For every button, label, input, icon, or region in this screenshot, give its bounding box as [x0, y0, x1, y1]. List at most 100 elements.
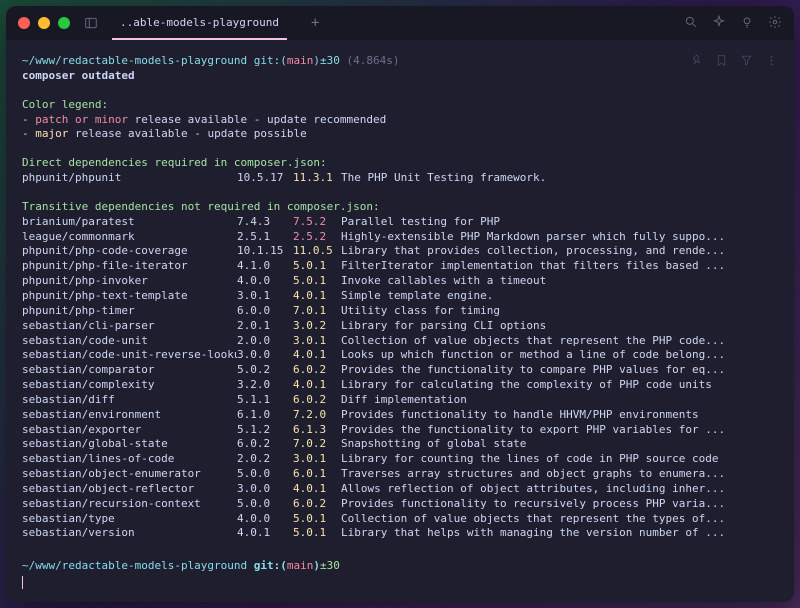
package-description: Highly-extensible PHP Markdown parser wh…	[341, 230, 778, 245]
package-row: sebastian/exporter5.1.26.1.3Provides the…	[22, 423, 778, 438]
minimize-button[interactable]	[38, 17, 50, 29]
sidebar-toggle-icon[interactable]	[84, 16, 98, 30]
package-current-version: 4.0.0	[237, 274, 293, 289]
package-description: Provides functionality to recursively pr…	[341, 497, 778, 512]
package-description: Invoke callables with a timeout	[341, 274, 778, 289]
package-current-version: 2.0.0	[237, 334, 293, 349]
package-name: sebastian/complexity	[22, 378, 237, 393]
package-current-version: 6.0.2	[237, 437, 293, 452]
package-name: sebastian/diff	[22, 393, 237, 408]
package-new-version: 6.0.2	[293, 497, 341, 512]
package-description: Library for parsing CLI options	[341, 319, 778, 334]
package-row: sebastian/code-unit-reverse-lookup3.0.04…	[22, 348, 778, 363]
package-name: sebastian/comparator	[22, 363, 237, 378]
package-current-version: 3.2.0	[237, 378, 293, 393]
package-name: sebastian/exporter	[22, 423, 237, 438]
package-new-version: 6.0.2	[293, 363, 341, 378]
package-name: sebastian/code-unit-reverse-lookup	[22, 348, 237, 363]
package-row: sebastian/recursion-context5.0.06.0.2Pro…	[22, 497, 778, 512]
package-new-version: 2.5.2	[293, 230, 341, 245]
package-description: Simple template engine.	[341, 289, 778, 304]
package-current-version: 3.0.0	[237, 348, 293, 363]
package-new-version: 3.0.1	[293, 334, 341, 349]
package-current-version: 2.5.1	[237, 230, 293, 245]
tab-active[interactable]: ..able-models-playground	[112, 6, 287, 40]
package-new-version: 6.0.1	[293, 467, 341, 482]
direct-section-header: Direct dependencies required in composer…	[22, 156, 778, 171]
legend-line-2: - major release available - update possi…	[22, 127, 778, 142]
package-row: phpunit/php-file-iterator4.1.05.0.1Filte…	[22, 259, 778, 274]
package-name: sebastian/version	[22, 526, 237, 541]
package-new-version: 11.3.1	[293, 171, 341, 186]
package-current-version: 5.0.0	[237, 497, 293, 512]
package-row: league/commonmark2.5.12.5.2Highly-extens…	[22, 230, 778, 245]
package-description: Library that helps with managing the ver…	[341, 526, 778, 541]
close-button[interactable]	[18, 17, 30, 29]
package-row: sebastian/cli-parser2.0.13.0.2Library fo…	[22, 319, 778, 334]
filter-icon[interactable]	[740, 54, 753, 72]
package-row: sebastian/environment6.1.07.2.0Provides …	[22, 408, 778, 423]
package-row: phpunit/php-code-coverage10.1.1511.0.5Li…	[22, 244, 778, 259]
package-current-version: 2.0.1	[237, 319, 293, 334]
package-new-version: 4.0.1	[293, 348, 341, 363]
package-row: sebastian/code-unit2.0.03.0.1Collection …	[22, 334, 778, 349]
package-row: sebastian/version4.0.15.0.1Library that …	[22, 526, 778, 541]
package-row: sebastian/global-state6.0.27.0.2Snapshot…	[22, 437, 778, 452]
pin-icon[interactable]	[690, 54, 703, 72]
package-name: sebastian/global-state	[22, 437, 237, 452]
package-row: sebastian/type4.0.05.0.1Collection of va…	[22, 512, 778, 527]
package-name: phpunit/php-file-iterator	[22, 259, 237, 274]
prompt-line-1: ~/www/redactable-models-playground git:(…	[22, 54, 778, 69]
package-name: sebastian/object-enumerator	[22, 467, 237, 482]
package-name: phpunit/phpunit	[22, 171, 237, 186]
package-new-version: 3.0.2	[293, 319, 341, 334]
package-description: Provides the functionality to export PHP…	[341, 423, 778, 438]
package-new-version: 5.0.1	[293, 259, 341, 274]
maximize-button[interactable]	[58, 17, 70, 29]
package-description: FilterIterator implementation that filte…	[341, 259, 778, 274]
package-new-version: 11.0.5	[293, 244, 341, 259]
gear-icon[interactable]	[768, 15, 782, 32]
package-description: Collection of value objects that represe…	[341, 512, 778, 527]
cursor	[22, 576, 23, 589]
package-description: Provides functionality to handle HHVM/PH…	[341, 408, 778, 423]
package-row: sebastian/complexity3.2.04.0.1Library fo…	[22, 378, 778, 393]
sparkle-icon[interactable]	[712, 15, 726, 32]
package-description: Parallel testing for PHP	[341, 215, 778, 230]
prompt-line-2: ~/www/redactable-models-playground git:(…	[22, 559, 778, 574]
package-description: Allows reflection of object attributes, …	[341, 482, 778, 497]
package-description: Diff implementation	[341, 393, 778, 408]
search-icon[interactable]	[684, 15, 698, 32]
package-current-version: 3.0.1	[237, 289, 293, 304]
package-new-version: 4.0.1	[293, 289, 341, 304]
traffic-lights	[18, 17, 70, 29]
new-tab-button[interactable]: +	[311, 15, 319, 31]
bookmark-icon[interactable]	[715, 54, 728, 72]
terminal-content[interactable]: ~/www/redactable-models-playground git:(…	[6, 40, 794, 602]
package-row: sebastian/lines-of-code2.0.23.0.1Library…	[22, 452, 778, 467]
package-row: sebastian/object-enumerator5.0.06.0.1Tra…	[22, 467, 778, 482]
package-name: sebastian/environment	[22, 408, 237, 423]
package-current-version: 3.0.0	[237, 482, 293, 497]
bulb-icon[interactable]	[740, 15, 754, 32]
package-current-version: 5.1.2	[237, 423, 293, 438]
package-new-version: 5.0.1	[293, 526, 341, 541]
package-description: Library for counting the lines of code i…	[341, 452, 778, 467]
package-row: sebastian/comparator5.0.26.0.2Provides t…	[22, 363, 778, 378]
package-name: phpunit/php-code-coverage	[22, 244, 237, 259]
package-name: sebastian/lines-of-code	[22, 452, 237, 467]
package-new-version: 4.0.1	[293, 482, 341, 497]
package-new-version: 7.5.2	[293, 215, 341, 230]
package-name: sebastian/recursion-context	[22, 497, 237, 512]
package-name: sebastian/object-reflector	[22, 482, 237, 497]
package-new-version: 7.2.0	[293, 408, 341, 423]
more-icon[interactable]	[765, 54, 778, 72]
package-current-version: 5.0.2	[237, 363, 293, 378]
package-row: sebastian/object-reflector3.0.04.0.1Allo…	[22, 482, 778, 497]
transitive-packages-list: brianium/paratest7.4.37.5.2Parallel test…	[22, 215, 778, 542]
transitive-section-header: Transitive dependencies not required in …	[22, 200, 778, 215]
cursor-line[interactable]	[22, 574, 778, 589]
package-description: Library for calculating the complexity o…	[341, 378, 778, 393]
package-row: brianium/paratest7.4.37.5.2Parallel test…	[22, 215, 778, 230]
package-current-version: 5.1.1	[237, 393, 293, 408]
